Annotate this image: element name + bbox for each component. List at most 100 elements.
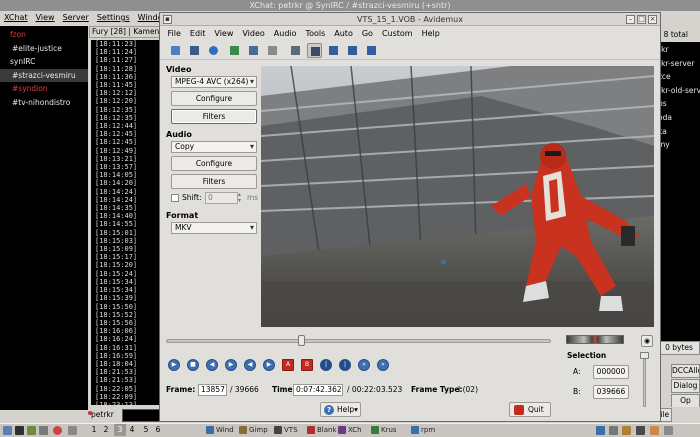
shift-value-input[interactable]: 0 — [205, 192, 238, 204]
save-jpeg-icon[interactable] — [246, 43, 261, 58]
help-button[interactable]: ? Help▾ — [320, 402, 361, 417]
menu-custom[interactable]: Custom — [377, 27, 417, 40]
menu-help[interactable]: Help — [417, 27, 444, 40]
bytes-button[interactable]: 0 bytes — [658, 341, 700, 355]
lock-icon[interactable] — [664, 426, 673, 435]
user-list-item[interactable]: my — [655, 138, 700, 152]
browser-icon[interactable] — [53, 426, 62, 435]
stop-button[interactable]: ■ — [187, 359, 199, 371]
user-list-item[interactable]: rkr-server — [655, 57, 700, 71]
shift-checkbox[interactable] — [171, 194, 179, 202]
open-icon[interactable] — [168, 43, 183, 58]
taskbar-task[interactable]: VTS — [273, 424, 305, 436]
channel-tree-item[interactable]: #strazci-vesmiru — [0, 68, 88, 83]
power-icon[interactable] — [650, 426, 659, 435]
taskbar-task[interactable]: Gimp — [238, 424, 270, 436]
next-frame-button[interactable]: ▶ — [225, 359, 237, 371]
volume-slider[interactable] — [643, 357, 646, 407]
terminal-icon[interactable] — [15, 426, 24, 435]
user-list-item[interactable]: ka — [655, 125, 700, 139]
user-list-item[interactable]: zce — [655, 70, 700, 84]
workspace-button[interactable]: 2 — [100, 424, 112, 436]
workspace-button[interactable]: 3 — [114, 424, 126, 436]
volume-icon[interactable] — [609, 426, 618, 435]
workspace-button[interactable]: 4 — [126, 424, 138, 436]
quit-button[interactable]: Quit — [509, 402, 551, 417]
xchat-menu-settings[interactable]: Settings — [93, 11, 134, 25]
menu-go[interactable]: Go — [357, 27, 377, 40]
shift-stepper-icon[interactable]: ▴ ▾ — [238, 192, 245, 204]
forward-selected-icon[interactable] — [307, 43, 322, 58]
menu-audio[interactable]: Audio — [269, 27, 301, 40]
channel-tree-item[interactable]: synIRC — [0, 55, 88, 69]
start-menu-icon[interactable] — [3, 426, 12, 435]
format-select[interactable]: MKV — [171, 222, 257, 234]
info-icon[interactable] — [206, 43, 221, 58]
menu-video[interactable]: Video — [238, 27, 269, 40]
next-keyframe-button[interactable]: ▶ — [263, 359, 275, 371]
minimize-icon[interactable]: – — [626, 15, 635, 24]
file-manager-icon[interactable] — [27, 426, 36, 435]
xchat-menu-view[interactable]: View — [32, 11, 59, 25]
forward-icon[interactable] — [288, 43, 303, 58]
workspace-button[interactable]: 6 — [152, 424, 164, 436]
calculator-icon[interactable] — [265, 43, 280, 58]
channel-tree-item[interactable]: fzon — [0, 28, 88, 42]
xchat-menu-xchat[interactable]: XChat — [0, 11, 32, 25]
audio-filters-button[interactable]: Filters — [171, 174, 257, 189]
menu-edit[interactable]: Edit — [185, 27, 210, 40]
previous-frame-button[interactable]: ◀ — [206, 359, 218, 371]
user-list-item[interactable]: oda — [655, 111, 700, 125]
settings-icon[interactable] — [39, 426, 48, 435]
channel-tree-item[interactable]: #syndion — [0, 82, 88, 96]
volume-handle[interactable] — [640, 352, 649, 359]
menu-tools[interactable]: Tools — [301, 27, 330, 40]
output-icon[interactable] — [364, 43, 379, 58]
next-black-frame-button[interactable]: | — [339, 359, 351, 371]
updates-icon[interactable] — [622, 426, 631, 435]
user-list-item[interactable]: ps — [655, 97, 700, 111]
op-button[interactable]: Op — [671, 394, 700, 408]
user-list-item[interactable]: rkr — [655, 43, 700, 57]
set-marker-b-button[interactable]: B — [301, 359, 313, 371]
workspace-button[interactable]: 1 — [88, 424, 100, 436]
menu-file[interactable]: File — [163, 27, 185, 40]
taskbar-task[interactable]: Krus — [370, 424, 402, 436]
video-codec-select[interactable]: MPEG-4 AVC (x264) — [171, 76, 257, 88]
marker-a-button[interactable]: 000000 — [593, 365, 629, 379]
network-icon[interactable] — [596, 426, 605, 435]
play-button[interactable]: ▶ — [168, 359, 180, 371]
video-configure-button[interactable]: Configure — [171, 91, 257, 106]
nick-label[interactable]: petrkr — [91, 409, 121, 421]
preview-icon[interactable] — [326, 43, 341, 58]
workspace-button[interactable]: 5 — [140, 424, 152, 436]
close-icon[interactable]: × — [648, 15, 657, 24]
menu-auto[interactable]: Auto — [330, 27, 358, 40]
first-frame-button[interactable]: « — [358, 359, 370, 371]
maximize-icon[interactable]: □ — [637, 15, 646, 24]
last-frame-button[interactable]: » — [377, 359, 389, 371]
taskbar-task[interactable]: XCh — [337, 424, 369, 436]
channel-tree-item[interactable]: #tv-nihondistro — [0, 96, 88, 110]
time-input[interactable]: 0:07:42.362 — [293, 384, 343, 396]
seek-bar[interactable] — [166, 339, 551, 343]
frame-input[interactable]: 13857 — [198, 384, 227, 396]
save-icon[interactable] — [187, 43, 202, 58]
audio-configure-button[interactable]: Configure — [171, 156, 257, 171]
channel-tree-item[interactable]: #elite-justice — [0, 42, 88, 56]
dialog-button[interactable]: Dialog — [671, 379, 700, 393]
taskbar-task[interactable]: Wind — [205, 424, 237, 436]
marker-b-button[interactable]: 039666 — [593, 385, 629, 399]
desktop-icon[interactable] — [68, 426, 77, 435]
audio-codec-select[interactable]: Copy — [171, 141, 257, 153]
set-marker-a-button[interactable]: A — [282, 359, 294, 371]
window-menu-icon[interactable]: ▪ — [163, 15, 172, 24]
previous-black-frame-button[interactable]: | — [320, 359, 332, 371]
save-image-icon[interactable] — [227, 43, 242, 58]
clock-icon[interactable] — [636, 426, 645, 435]
menu-view[interactable]: View — [210, 27, 238, 40]
previous-keyframe-button[interactable]: ◀ — [244, 359, 256, 371]
user-list-item[interactable]: rkr-old-serve — [655, 84, 700, 98]
dccallow-button[interactable]: DCCAllo — [671, 364, 700, 378]
display-icon[interactable] — [345, 43, 360, 58]
